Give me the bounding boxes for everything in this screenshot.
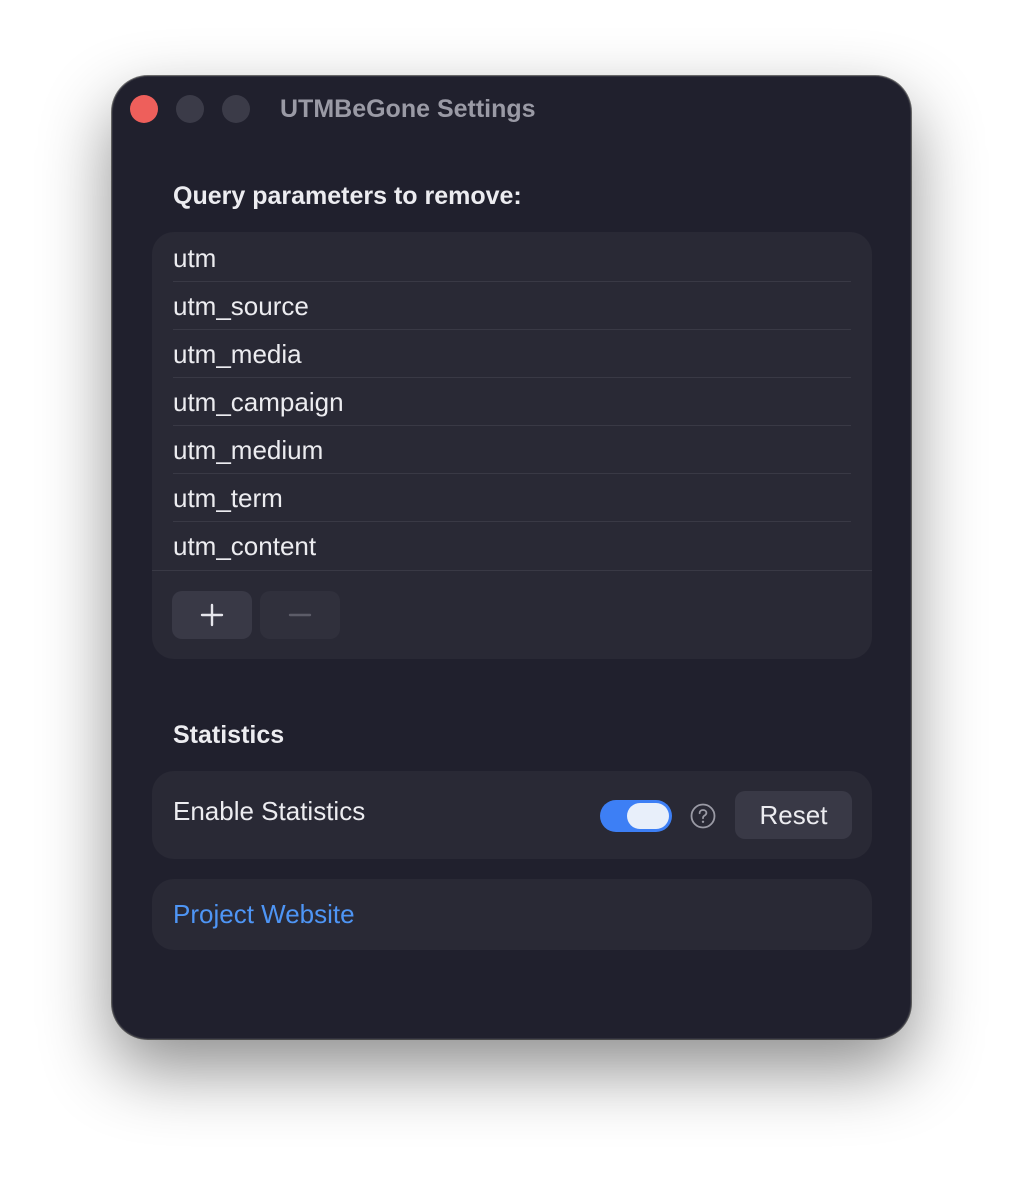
param-row[interactable]: utm_source — [173, 282, 851, 330]
settings-window: UTMBeGone Settings Query parameters to r… — [112, 76, 911, 1039]
window-title: UTMBeGone Settings — [280, 95, 536, 123]
toggle-knob — [627, 803, 669, 829]
stats-section-label: Statistics — [173, 721, 285, 749]
param-row[interactable]: utm_campaign — [173, 378, 851, 426]
title-bar[interactable]: UTMBeGone Settings — [112, 76, 911, 142]
remove-param-button[interactable] — [260, 591, 340, 639]
minus-icon — [288, 613, 312, 617]
plus-icon — [200, 603, 224, 627]
reset-stats-button[interactable]: Reset — [735, 791, 852, 839]
params-section-label: Query parameters to remove: — [173, 182, 522, 210]
close-window-button[interactable] — [130, 95, 158, 123]
param-name: utm_term — [173, 483, 283, 513]
params-panel: utm utm_source utm_media utm_campaign ut… — [152, 232, 872, 659]
param-row[interactable]: utm — [173, 234, 851, 282]
param-name: utm_content — [173, 531, 317, 561]
question-circle-icon[interactable] — [690, 803, 716, 829]
minimize-window-button[interactable] — [176, 95, 204, 123]
list-footer-divider — [152, 570, 872, 571]
enable-stats-label: Enable Statistics — [173, 796, 366, 826]
stats-panel: Enable Statistics Reset — [152, 771, 872, 859]
param-row[interactable]: utm_medium — [173, 426, 851, 474]
param-row[interactable]: utm_media — [173, 330, 851, 378]
enable-stats-toggle[interactable] — [600, 800, 672, 832]
param-name: utm_media — [173, 339, 302, 369]
add-param-button[interactable] — [172, 591, 252, 639]
param-name: utm_medium — [173, 435, 324, 465]
param-row[interactable]: utm_content — [173, 522, 851, 570]
param-name: utm_source — [173, 291, 309, 321]
param-name: utm_campaign — [173, 387, 344, 417]
website-panel: Project Website — [152, 879, 872, 950]
zoom-window-button[interactable] — [222, 95, 250, 123]
param-name: utm — [173, 243, 217, 273]
project-website-link[interactable]: Project Website — [173, 899, 355, 930]
param-row[interactable]: utm_term — [173, 474, 851, 522]
